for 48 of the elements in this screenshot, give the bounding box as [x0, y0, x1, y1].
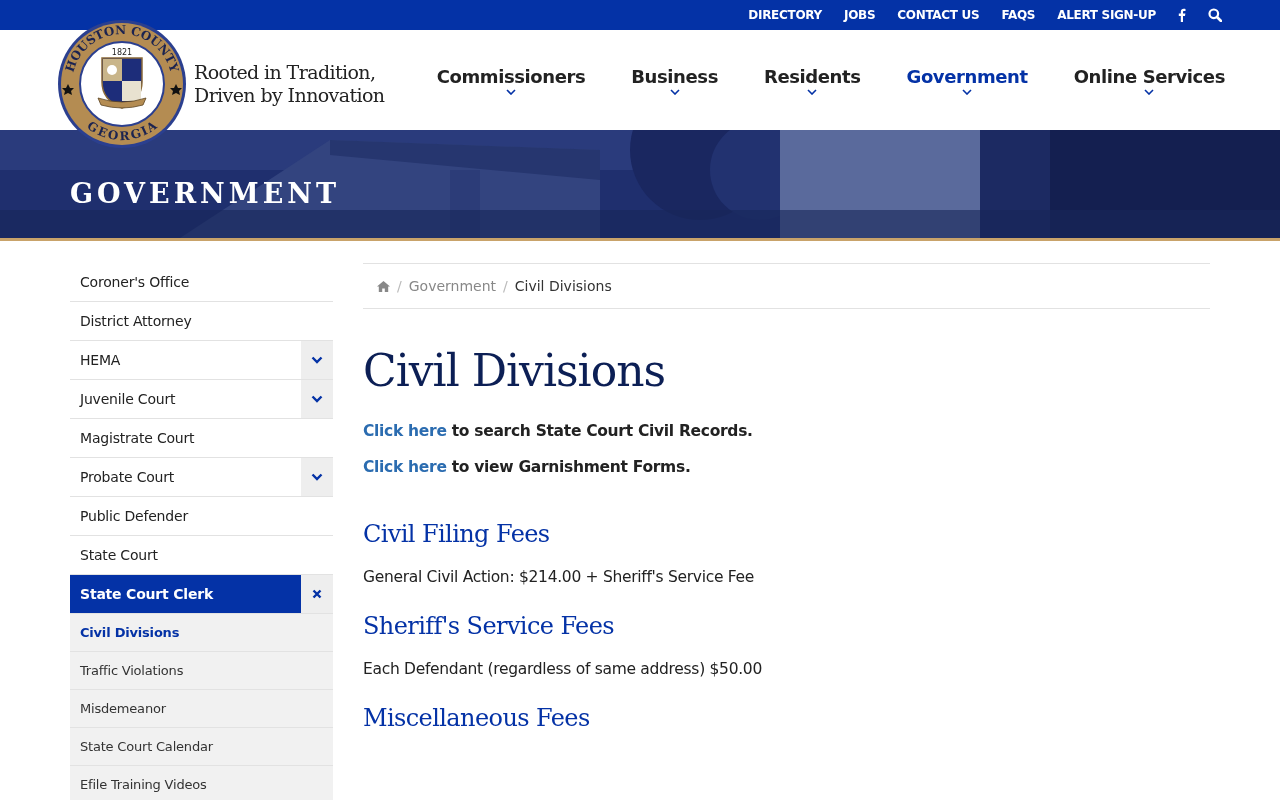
page-title: Civil Divisions — [363, 345, 667, 396]
sidebar-subitem[interactable]: Civil Divisions — [70, 614, 333, 652]
top-link[interactable]: CONTACT US — [897, 8, 980, 22]
sidebar-subitem[interactable]: Traffic Violations — [70, 652, 333, 690]
nav-item[interactable]: Commissioners — [436, 65, 586, 95]
chevron-down-icon — [962, 88, 973, 95]
sidebar-subitem[interactable]: State Court Calendar — [70, 728, 333, 766]
section-text: General Civil Action: $214.00 + Sheriff's Service Fee — [363, 568, 755, 586]
nav-item[interactable]: Online Services — [1073, 65, 1225, 95]
close-icon — [312, 589, 322, 599]
chevron-down-icon — [311, 473, 323, 481]
close-button[interactable] — [301, 575, 333, 613]
expand-button[interactable] — [301, 380, 333, 418]
breadcrumb-separator: / — [397, 278, 402, 294]
chevron-down-icon — [807, 88, 818, 95]
click-here-link[interactable]: Click here — [363, 422, 447, 440]
click-here-link[interactable]: Click here — [363, 458, 447, 476]
section-text: Each Defendant (regardless of same address) $50.00 — [363, 660, 763, 678]
breadcrumb-separator: / — [503, 278, 508, 294]
chevron-down-icon — [505, 88, 516, 95]
nav-item[interactable]: Government — [906, 65, 1028, 95]
chevron-down-icon — [311, 356, 323, 364]
tagline: Rooted in Tradition, Driven by Innovation — [194, 61, 385, 107]
chevron-down-icon — [311, 395, 323, 403]
expand-button[interactable] — [301, 458, 333, 496]
section-heading: Miscellaneous Fees — [363, 704, 591, 732]
search-icon[interactable] — [1208, 8, 1222, 22]
sidebar-subitem[interactable]: Efile Training Videos — [70, 766, 333, 800]
section-heading: Sheriff's Service Fees — [363, 612, 616, 640]
top-link[interactable]: DIRECTORY — [748, 8, 822, 22]
hero-title: GOVERNMENT — [70, 177, 340, 209]
facebook-icon[interactable] — [1178, 8, 1186, 22]
expand-button[interactable] — [301, 341, 333, 379]
section-heading: Civil Filing Fees — [363, 520, 551, 548]
intro-sentence: Click here to search State Court Civil Records. — [363, 422, 754, 440]
chevron-down-icon — [669, 88, 680, 95]
home-icon[interactable] — [377, 280, 390, 292]
breadcrumb-current: Civil Divisions — [514, 278, 612, 294]
sidebar-subitem[interactable]: Misdemeanor — [70, 690, 333, 728]
breadcrumb-link[interactable]: Government — [408, 278, 497, 294]
intro-sentence: Click here to view Garnishment Forms. — [363, 458, 692, 476]
top-link[interactable]: FAQS — [1001, 8, 1036, 22]
sidebar-item[interactable]: State Court Clerk — [70, 575, 301, 613]
top-link[interactable]: JOBS — [844, 8, 876, 22]
nav-item[interactable]: Residents — [763, 65, 861, 95]
top-link[interactable]: ALERT SIGN-UP — [1057, 8, 1156, 22]
nav-item[interactable]: Business — [631, 65, 718, 95]
chevron-down-icon — [1144, 88, 1155, 95]
